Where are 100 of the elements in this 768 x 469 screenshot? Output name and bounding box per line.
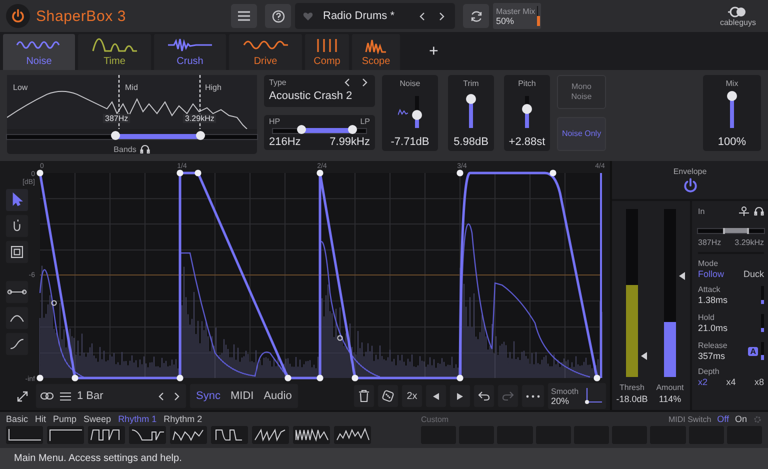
band-label: High (205, 83, 222, 92)
sync-mode-option[interactable]: Audio (264, 390, 292, 402)
sync-mode-option[interactable]: MIDI (230, 390, 254, 402)
next-button[interactable] (437, 12, 447, 20)
magnet-tool-button[interactable] (6, 215, 28, 237)
help-button[interactable] (265, 4, 291, 28)
previous-button[interactable] (342, 78, 352, 87)
curve-point[interactable] (456, 170, 464, 176)
smooth-control[interactable]: Smooth 20% (548, 383, 606, 409)
randomize-button[interactable] (378, 385, 398, 407)
mix-label: Mix (726, 79, 738, 88)
slider-thumb[interactable] (727, 91, 737, 101)
chevron-right-icon (439, 12, 445, 20)
preset-selector[interactable]: Radio Drums * (295, 3, 455, 29)
master-mix-control[interactable]: Master Mix 50% (493, 3, 541, 29)
chevron-right-icon (174, 392, 180, 400)
mode-option[interactable]: Follow (698, 269, 724, 279)
refresh-button[interactable] (463, 4, 489, 28)
curve-point[interactable] (550, 170, 556, 176)
preset-category-tab[interactable]: Pump (53, 414, 77, 424)
curve-point[interactable] (316, 170, 324, 176)
line-tool-button[interactable] (6, 281, 28, 303)
shape-preset-button[interactable] (88, 426, 125, 444)
midi-switch-option[interactable]: On (734, 414, 747, 424)
undo-icon (478, 391, 490, 401)
slider-thumb[interactable] (110, 131, 120, 140)
effect-tab[interactable]: Drive (229, 34, 302, 70)
midi-switch-option[interactable]: Off (717, 414, 729, 424)
heart-icon (303, 12, 313, 20)
preset-category-tab[interactable]: Basic (6, 414, 28, 424)
add-tab-button[interactable]: + (425, 34, 442, 70)
effect-tab[interactable]: Scope (352, 34, 400, 70)
slider-thumb[interactable] (466, 94, 476, 104)
scurve-tool-button[interactable] (6, 333, 28, 355)
next-button[interactable] (360, 78, 370, 87)
curve-point[interactable] (194, 170, 202, 176)
slider-thumb[interactable] (348, 125, 358, 134)
curve-point[interactable] (594, 374, 600, 382)
pointer-tool-button[interactable] (6, 189, 28, 211)
shape-preset-button[interactable] (170, 426, 207, 444)
envelope-range-slider[interactable] (698, 229, 764, 233)
preset-category-tab[interactable]: Hit (35, 414, 46, 424)
curve-point[interactable] (36, 374, 44, 382)
shape-preset-button[interactable] (211, 426, 248, 444)
select-tool-button[interactable] (6, 241, 28, 263)
preset-category-tab[interactable]: Rhythm 2 (164, 414, 202, 424)
mode-option[interactable]: Duck (743, 269, 764, 279)
help-icon (272, 10, 284, 22)
depth-option[interactable]: x4 (726, 377, 736, 387)
curve-tool-button[interactable] (6, 307, 28, 329)
shift-left-button[interactable] (426, 385, 446, 407)
shape-preset-button[interactable] (293, 426, 330, 444)
slider-thumb[interactable] (196, 131, 204, 140)
menu-button[interactable] (231, 4, 257, 28)
shape-preset-button[interactable] (47, 426, 84, 444)
grid-button[interactable]: 2x (402, 385, 422, 407)
curve-point[interactable] (176, 170, 184, 176)
range-handle[interactable] (723, 228, 726, 234)
curve-point[interactable] (72, 374, 78, 382)
more-button[interactable] (522, 385, 544, 407)
range-handle[interactable] (746, 228, 748, 234)
depth-option[interactable]: x8 (754, 377, 764, 387)
preset-category-tab[interactable]: Sweep (84, 414, 112, 424)
shape-preset-button[interactable] (334, 426, 371, 444)
meter-value: -18.0dB (616, 394, 648, 404)
auto-badge[interactable]: A (748, 346, 758, 356)
power-button[interactable] (6, 4, 30, 28)
meter-label: Amount (656, 383, 684, 392)
shape-preset-button[interactable] (129, 426, 166, 444)
previous-button[interactable] (417, 12, 427, 20)
hp-label: HP (269, 117, 280, 126)
band-label: Low (13, 83, 28, 92)
shape-preset-button[interactable] (6, 426, 43, 444)
shape-preset-button[interactable] (252, 426, 289, 444)
effect-tab[interactable]: Comp (305, 34, 349, 70)
power-icon (682, 178, 698, 193)
curve-point[interactable] (316, 374, 324, 382)
curve-point[interactable] (456, 374, 464, 382)
envelope-power-button[interactable] (682, 178, 698, 193)
previous-button[interactable] (156, 392, 166, 400)
shift-right-button[interactable] (450, 385, 470, 407)
undo-button[interactable] (474, 385, 494, 407)
headphones-icon (754, 206, 764, 216)
curve-point[interactable] (176, 374, 184, 382)
preset-category-tab[interactable]: Rhythm 1 (118, 414, 157, 424)
depth-option[interactable]: x2 (698, 377, 708, 387)
sync-mode-option[interactable]: Sync (196, 390, 220, 402)
curve-point[interactable] (284, 374, 292, 382)
delete-button[interactable] (354, 385, 374, 407)
slider-thumb[interactable] (296, 125, 306, 134)
slider-thumb[interactable] (412, 110, 422, 120)
effect-tab[interactable]: Crush (154, 34, 226, 70)
effect-tab[interactable]: Time (78, 34, 151, 70)
slider-thumb[interactable] (522, 104, 532, 114)
toggle-button[interactable]: Mono Noise (557, 75, 606, 109)
curve-point[interactable] (36, 170, 44, 176)
curve-handle[interactable] (337, 335, 343, 341)
next-button[interactable] (172, 392, 182, 400)
curve-handle[interactable] (51, 300, 57, 306)
curve-point[interactable] (352, 374, 358, 382)
